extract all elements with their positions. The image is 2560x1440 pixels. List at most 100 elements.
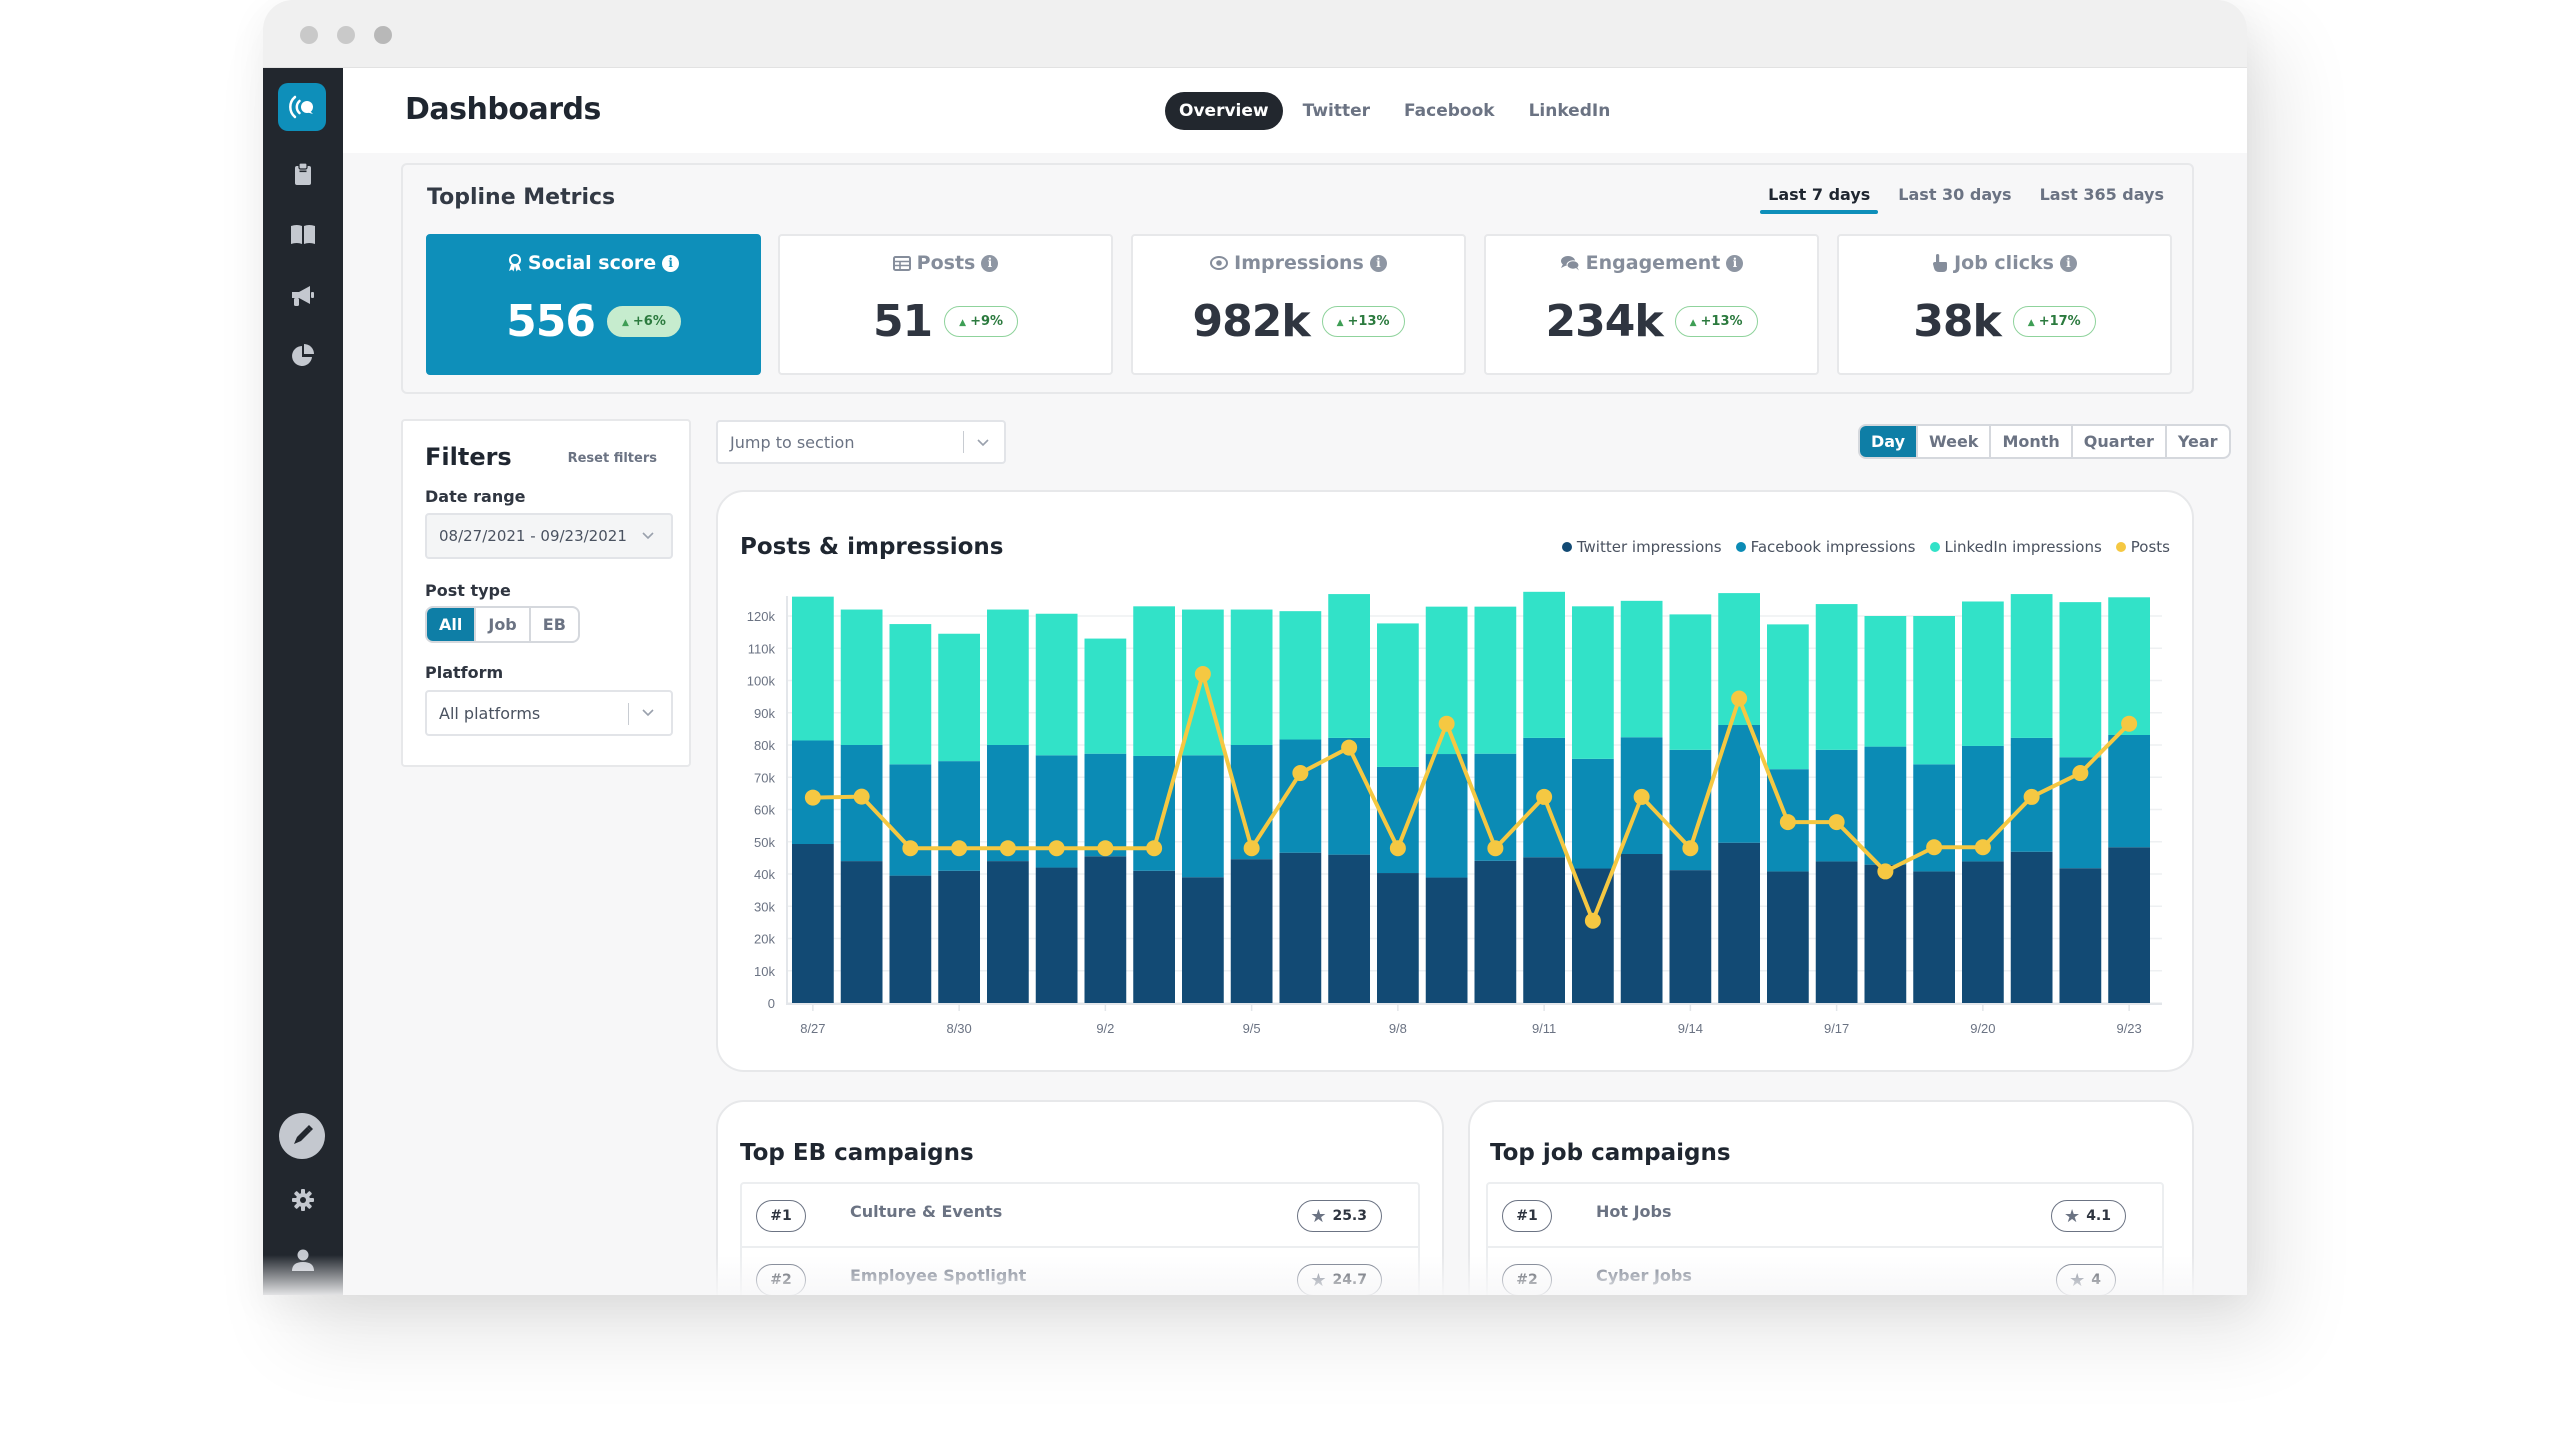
period-quarter[interactable]: Quarter bbox=[2070, 426, 2165, 457]
legend-twitter[interactable]: Twitter impressions bbox=[1561, 538, 1722, 556]
rank-badge: #1 bbox=[1502, 1200, 1552, 1232]
posts-impressions-card: 0 10k 20k 30k 40k 50k 60k 70k 80k 90k 100k 110k 120k… bbox=[716, 490, 2194, 1072]
bar-facebook-impressions bbox=[1572, 758, 1614, 869]
metric-card-posts[interactable]: Posts i 51 ▲ +9% bbox=[778, 234, 1113, 375]
info-icon[interactable]: i bbox=[1369, 254, 1387, 272]
period-month[interactable]: Month bbox=[1989, 426, 2070, 457]
filters-title: Filters bbox=[425, 443, 512, 471]
delta-badge: ▲ +13% bbox=[1321, 306, 1405, 337]
posts-point bbox=[1146, 840, 1163, 857]
metric-label-row: Job clicks i bbox=[1839, 252, 2170, 274]
legend-label: Facebook impressions bbox=[1750, 538, 1916, 556]
period-week[interactable]: Week bbox=[1916, 426, 1989, 457]
period-year[interactable]: Year bbox=[2164, 426, 2229, 457]
info-icon[interactable]: i bbox=[2059, 254, 2077, 272]
trend-up-icon: ▲ bbox=[621, 318, 629, 328]
range-tab-last-365-days[interactable]: Last 365 days bbox=[2040, 185, 2164, 214]
period-day[interactable]: Day bbox=[1860, 426, 1917, 457]
bar-linkedin-impressions bbox=[1377, 623, 1419, 767]
info-icon[interactable]: i bbox=[1726, 254, 1744, 272]
list-item[interactable]: #1 Culture & Events ★ 25.3 bbox=[742, 1184, 1418, 1248]
date-range-picker[interactable]: 08/27/2021 - 09/23/2021 bbox=[425, 513, 673, 559]
bar-linkedin-impressions bbox=[1913, 616, 1955, 765]
y-tick-label: 120k bbox=[747, 609, 776, 624]
bar-twitter-impressions bbox=[987, 861, 1029, 1003]
delta-badge: ▲ +17% bbox=[2012, 306, 2096, 337]
bar-twitter-impressions bbox=[2059, 868, 2102, 1003]
star-icon: ★ bbox=[2064, 1205, 2081, 1227]
platform-select[interactable]: All platforms bbox=[425, 690, 673, 736]
list-item[interactable]: #1 Hot Jobs ★ 4.1 bbox=[1488, 1184, 2162, 1248]
y-tick-label: 10k bbox=[754, 964, 775, 979]
select-divider bbox=[628, 703, 629, 725]
tab-facebook[interactable]: Facebook bbox=[1390, 92, 1509, 130]
book-icon[interactable] bbox=[287, 218, 319, 250]
metric-card-social-score[interactable]: Social score i 556 ▲ +6% bbox=[426, 234, 761, 375]
metric-value: 51 bbox=[872, 296, 933, 347]
legend-dot bbox=[1735, 542, 1746, 552]
clipboard-icon[interactable] bbox=[287, 158, 319, 190]
posts-point bbox=[1682, 840, 1699, 857]
reset-filters-link[interactable]: Reset filters bbox=[568, 451, 657, 466]
jump-to-section-select[interactable]: Jump to section bbox=[716, 420, 1006, 464]
metric-value: 982k bbox=[1192, 296, 1310, 347]
posts-point bbox=[951, 840, 968, 857]
chevron-down-icon bbox=[642, 709, 654, 717]
legend-facebook[interactable]: Facebook impressions bbox=[1735, 538, 1916, 556]
eye-icon bbox=[1210, 256, 1229, 270]
bar-twitter-impressions bbox=[1425, 877, 1468, 1003]
tab-overview[interactable]: Overview bbox=[1165, 92, 1283, 130]
y-tick-label: 70k bbox=[754, 770, 775, 785]
bar-linkedin-impressions bbox=[792, 596, 834, 741]
tab-linkedin[interactable]: LinkedIn bbox=[1515, 92, 1625, 130]
comments-icon bbox=[1560, 256, 1580, 271]
posts-point bbox=[902, 840, 919, 857]
posts-point bbox=[1536, 788, 1553, 805]
metric-value: 38k bbox=[1913, 296, 2001, 347]
bar-facebook-impressions bbox=[1182, 755, 1224, 878]
bar-twitter-impressions bbox=[1767, 871, 1809, 1003]
info-icon[interactable]: i bbox=[662, 254, 680, 272]
range-tab-last-7-days[interactable]: Last 7 days bbox=[1760, 185, 1879, 214]
info-icon[interactable]: i bbox=[981, 254, 999, 272]
legend-dot bbox=[1929, 542, 1940, 552]
pen-icon[interactable] bbox=[279, 1113, 325, 1159]
megaphone-icon[interactable] bbox=[287, 280, 319, 312]
gear-icon[interactable] bbox=[287, 1184, 319, 1216]
range-tab-last-30-days[interactable]: Last 30 days bbox=[1898, 185, 2011, 214]
bar-linkedin-impressions bbox=[2108, 597, 2150, 736]
bar-linkedin-impressions bbox=[889, 624, 932, 765]
post-type-job[interactable]: Job bbox=[474, 608, 528, 641]
bar-twitter-impressions bbox=[1523, 857, 1565, 1003]
legend-linkedin[interactable]: LinkedIn impressions bbox=[1929, 538, 2102, 556]
pie-chart-icon[interactable] bbox=[287, 340, 319, 372]
metric-card-impressions[interactable]: Impressions i 982k ▲ +13% bbox=[1131, 234, 1466, 375]
chevron-down-icon bbox=[977, 439, 989, 447]
window-maximize-button[interactable] bbox=[374, 26, 392, 44]
tab-twitter[interactable]: Twitter bbox=[1289, 92, 1384, 130]
posts-point bbox=[1877, 863, 1894, 880]
trend-up-icon: ▲ bbox=[1336, 318, 1344, 328]
x-tick-label: 9/8 bbox=[1389, 1021, 1407, 1036]
metric-label: Posts bbox=[916, 252, 976, 274]
campaign-name[interactable]: Hot Jobs bbox=[1596, 1202, 1672, 1221]
metric-card-job-clicks[interactable]: Job clicks i 38k ▲ +17% bbox=[1837, 234, 2172, 375]
bar-linkedin-impressions bbox=[2059, 602, 2102, 758]
metric-card-engagement[interactable]: Engagement i 234k ▲ +13% bbox=[1484, 234, 1819, 375]
campaign-name[interactable]: Culture & Events bbox=[850, 1202, 1002, 1221]
posts-point bbox=[1487, 840, 1504, 857]
posts-point bbox=[2121, 715, 2138, 732]
broadcast-logo-icon[interactable] bbox=[278, 83, 326, 131]
bar-twitter-impressions bbox=[889, 875, 932, 1003]
posts-point bbox=[2023, 788, 2040, 805]
window-minimize-button[interactable] bbox=[337, 26, 355, 44]
post-type-all[interactable]: All bbox=[427, 608, 475, 641]
trend-up-icon: ▲ bbox=[959, 318, 967, 328]
post-type-eb[interactable]: EB bbox=[528, 608, 578, 641]
x-tick-label: 9/2 bbox=[1096, 1021, 1114, 1036]
bar-twitter-impressions bbox=[1669, 870, 1712, 1003]
bar-linkedin-impressions bbox=[1669, 614, 1712, 750]
legend-posts[interactable]: Posts bbox=[2115, 538, 2170, 556]
bar-twitter-impressions bbox=[1913, 871, 1955, 1003]
window-close-button[interactable] bbox=[300, 26, 318, 44]
